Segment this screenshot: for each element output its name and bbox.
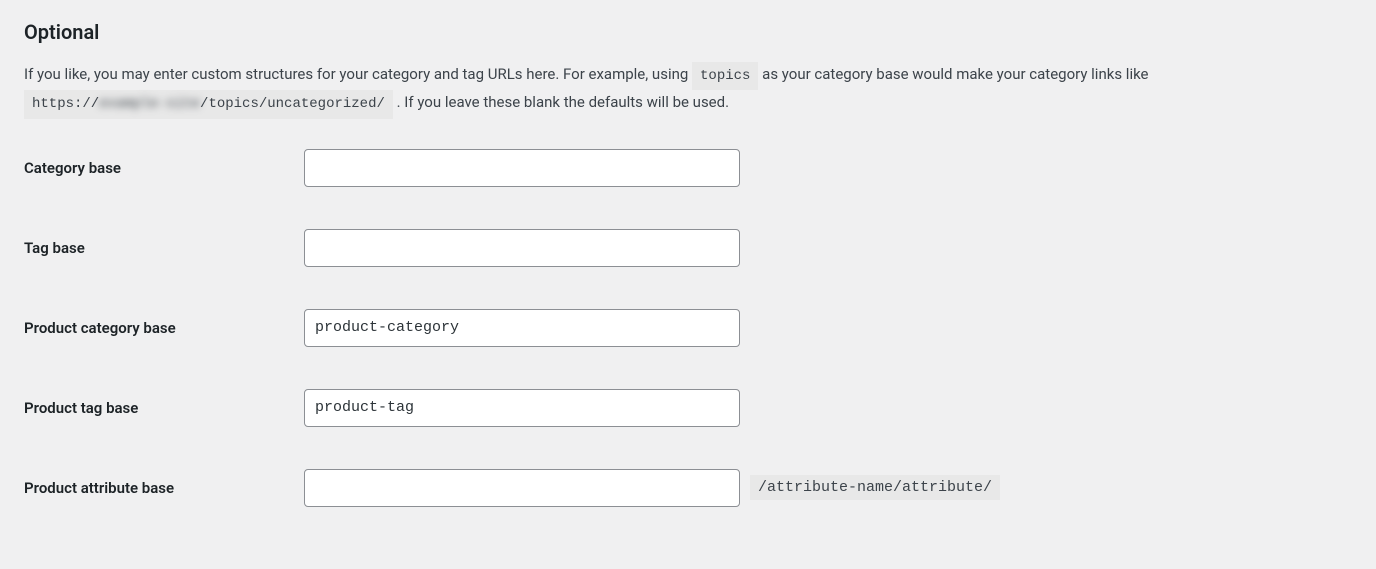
label-category-base: Category base — [24, 159, 304, 177]
input-product-tag-base[interactable] — [304, 389, 740, 427]
section-heading: Optional — [24, 20, 1352, 44]
intro-code-url-blur: example-site — [99, 96, 200, 112]
input-product-attribute-base[interactable] — [304, 469, 740, 507]
intro-text-after: . If you leave these blank the defaults … — [397, 93, 729, 111]
row-product-attribute-base: Product attribute base /attribute-name/a… — [24, 469, 1352, 507]
intro-code-url: https://example-site/topics/uncategorize… — [24, 90, 393, 118]
label-product-tag-base: Product tag base — [24, 399, 304, 417]
row-category-base: Category base — [24, 149, 1352, 187]
intro-code-topics: topics — [692, 62, 758, 90]
row-tag-base: Tag base — [24, 229, 1352, 267]
hint-product-attribute-base: /attribute-name/attribute/ — [750, 475, 1000, 500]
input-product-category-base[interactable] — [304, 309, 740, 347]
label-tag-base: Tag base — [24, 239, 304, 257]
label-product-attribute-base: Product attribute base — [24, 479, 304, 497]
row-product-category-base: Product category base — [24, 309, 1352, 347]
intro-text-mid: as your category base would make your ca… — [762, 65, 1148, 83]
row-product-tag-base: Product tag base — [24, 389, 1352, 427]
label-product-category-base: Product category base — [24, 319, 304, 337]
input-tag-base[interactable] — [304, 229, 740, 267]
section-intro: If you like, you may enter custom struct… — [24, 62, 1344, 119]
input-category-base[interactable] — [304, 149, 740, 187]
intro-text-before: If you like, you may enter custom struct… — [24, 65, 692, 83]
